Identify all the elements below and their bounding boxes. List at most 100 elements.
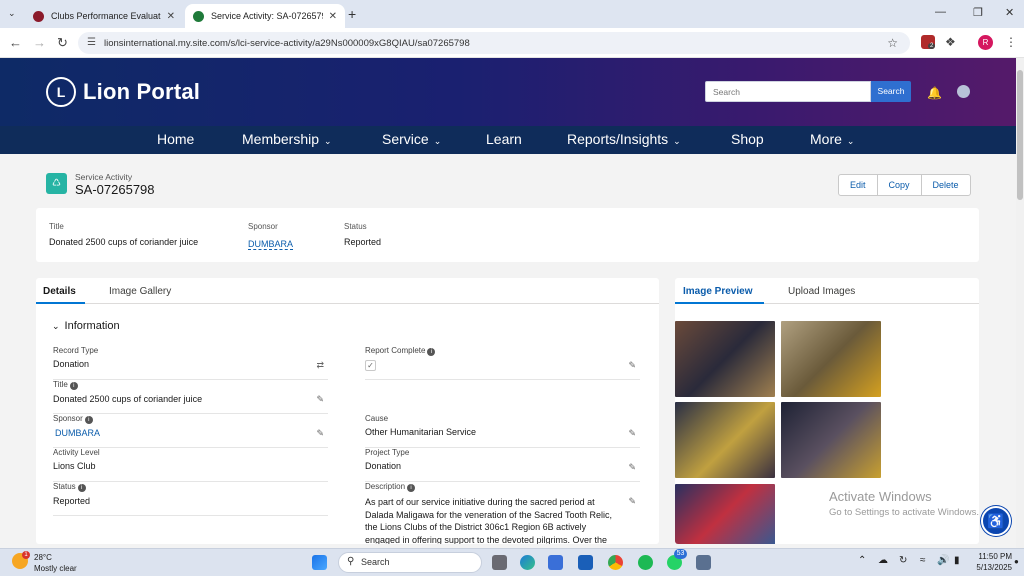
reload-icon[interactable]: ↻ <box>57 35 68 51</box>
battery-icon[interactable]: ▮ <box>954 555 960 566</box>
lion-portal-logo[interactable]: L Lion Portal <box>46 77 200 107</box>
restore-icon[interactable]: ❐ <box>973 6 983 19</box>
lions-emblem-icon: L <box>46 77 76 107</box>
tab-search-chevron-icon[interactable]: ⌄ <box>8 8 16 19</box>
activity-photo[interactable] <box>675 402 775 478</box>
profile-avatar[interactable]: R <box>978 35 993 50</box>
field-report-complete: Report Complete i ✓ ✎ <box>365 346 640 380</box>
menu-membership[interactable]: Membership ⌄ <box>242 131 332 147</box>
menu-reports-insights[interactable]: Reports/Insights ⌄ <box>567 131 681 147</box>
menu-home[interactable]: Home <box>157 131 194 147</box>
tab-details[interactable]: Details <box>43 286 76 297</box>
chevron-down-icon: ⌄ <box>846 136 855 146</box>
speaker-icon[interactable]: 🔊 <box>937 555 949 566</box>
tab-image-preview[interactable]: Image Preview <box>683 286 752 297</box>
activity-photo[interactable] <box>675 321 775 397</box>
info-icon[interactable]: i <box>69 382 78 390</box>
clock-time: 11:50 PM <box>978 552 1012 561</box>
menu-service[interactable]: Service ⌄ <box>382 131 441 147</box>
calculator-icon[interactable] <box>696 555 711 570</box>
menu-label: Service <box>382 131 429 147</box>
field-value: Reported <box>53 496 91 506</box>
field-record-type: Record Type Donation ⇄ <box>53 346 328 380</box>
sponsor-link[interactable]: DUMBARA <box>248 239 294 250</box>
mail-icon[interactable] <box>578 555 593 570</box>
edit-button[interactable]: Edit <box>839 175 878 195</box>
sync-icon[interactable]: ↻ <box>899 555 907 566</box>
tab-upload-images[interactable]: Upload Images <box>788 286 855 297</box>
close-window-icon[interactable]: ✕ <box>1005 6 1014 19</box>
activity-photo[interactable] <box>675 484 775 544</box>
forward-arrow-icon[interactable]: → <box>33 35 46 50</box>
address-bar[interactable]: ☰ lionsinternational.my.site.com/s/lci-s… <box>78 32 910 54</box>
sponsor-link[interactable]: DUMBARA <box>55 428 328 438</box>
spotify-icon[interactable] <box>638 555 653 570</box>
info-icon[interactable]: i <box>84 416 93 424</box>
back-arrow-icon[interactable]: ← <box>9 35 22 50</box>
menu-more[interactable]: More ⌄ <box>810 131 854 147</box>
tab-image-gallery[interactable]: Image Gallery <box>109 286 171 297</box>
edit-pencil-icon[interactable]: ✎ <box>628 360 636 371</box>
edit-pencil-icon[interactable]: ✎ <box>316 394 324 405</box>
activity-photo[interactable] <box>781 402 881 478</box>
notification-icon[interactable]: ● <box>1014 557 1019 566</box>
field-cause: Cause Other Humanitarian Service ✎ <box>365 414 640 448</box>
browser-tab-service-activity[interactable]: Service Activity: SA-07265798 ✕ <box>185 4 345 28</box>
info-icon[interactable]: i <box>427 348 436 356</box>
edit-pencil-icon[interactable]: ✎ <box>316 428 324 439</box>
minimize-icon[interactable]: — <box>935 6 946 18</box>
scrollbar-thumb[interactable] <box>1017 70 1023 200</box>
delete-button[interactable]: Delete <box>922 175 970 195</box>
edit-pencil-icon[interactable]: ✎ <box>628 462 636 473</box>
chevron-down-icon: ⌄ <box>52 321 60 331</box>
chevron-down-icon: ⌄ <box>673 136 681 146</box>
taskbar-clock[interactable]: 11:50 PM 5/13/2025 <box>972 551 1012 573</box>
record-actions: Edit Copy Delete <box>838 174 971 196</box>
close-tab-icon[interactable]: ✕ <box>167 11 175 22</box>
watermark-subtitle: Go to Settings to activate Windows. <box>829 507 979 518</box>
start-windows-icon[interactable] <box>312 555 327 570</box>
field-label: Activity Level <box>53 448 100 457</box>
portal-search-input[interactable]: Search <box>705 81 871 102</box>
site-info-icon[interactable]: ☰ <box>87 37 96 48</box>
menu-learn[interactable]: Learn <box>486 131 522 147</box>
field-label: Sponsor <box>53 414 83 423</box>
page-scrollbar[interactable] <box>1016 58 1024 548</box>
browser-menu-icon[interactable]: ⋮ <box>1005 35 1017 49</box>
highlight-status: Status Reported <box>344 222 381 247</box>
temperature: 28°C <box>34 553 52 562</box>
edge-browser-icon[interactable] <box>520 555 535 570</box>
weather-widget[interactable]: 28°C Mostly clear <box>34 552 77 574</box>
user-avatar-icon[interactable] <box>957 85 970 98</box>
notification-bell-icon[interactable]: 🔔 <box>927 86 942 100</box>
taskbar-search[interactable]: ⚲ Search <box>338 552 482 573</box>
portal-search-button[interactable]: Search <box>871 81 911 102</box>
accessibility-icon[interactable]: ♿ <box>981 506 1011 536</box>
chrome-icon[interactable] <box>608 555 623 570</box>
info-icon[interactable]: i <box>407 484 416 492</box>
url-text: lionsinternational.my.site.com/s/lci-ser… <box>104 37 470 49</box>
menu-shop[interactable]: Shop <box>731 131 764 147</box>
details-tabs: Details Image Gallery <box>36 278 659 304</box>
store-icon[interactable] <box>548 555 563 570</box>
clock-date: 5/13/2025 <box>976 563 1012 572</box>
new-tab-button[interactable]: + <box>348 6 356 22</box>
bookmark-star-icon[interactable]: ☆ <box>887 36 898 50</box>
field-label: Title <box>53 380 68 389</box>
edit-pencil-icon[interactable]: ✎ <box>628 428 636 439</box>
change-record-type-icon[interactable]: ⇄ <box>316 360 324 371</box>
browser-tab-clubs-performance[interactable]: Clubs Performance Evaluation S ✕ <box>25 4 183 28</box>
edit-pencil-icon[interactable]: ✎ <box>628 496 636 507</box>
service-activity-icon: ♺ <box>46 173 67 194</box>
chevron-up-icon[interactable]: ⌃ <box>858 555 866 566</box>
copy-button[interactable]: Copy <box>878 175 922 195</box>
close-tab-icon[interactable]: ✕ <box>329 11 337 22</box>
activity-photo[interactable] <box>781 321 881 397</box>
task-view-icon[interactable] <box>492 555 507 570</box>
extensions-puzzle-icon[interactable]: ❖ <box>945 35 959 49</box>
cloud-icon[interactable]: ☁ <box>878 555 888 566</box>
wifi-icon[interactable]: ≈ <box>920 555 926 566</box>
information-section-toggle[interactable]: ⌄ Information <box>52 320 120 332</box>
tab-title: Clubs Performance Evaluation S <box>51 11 161 21</box>
info-icon[interactable]: i <box>77 484 86 492</box>
